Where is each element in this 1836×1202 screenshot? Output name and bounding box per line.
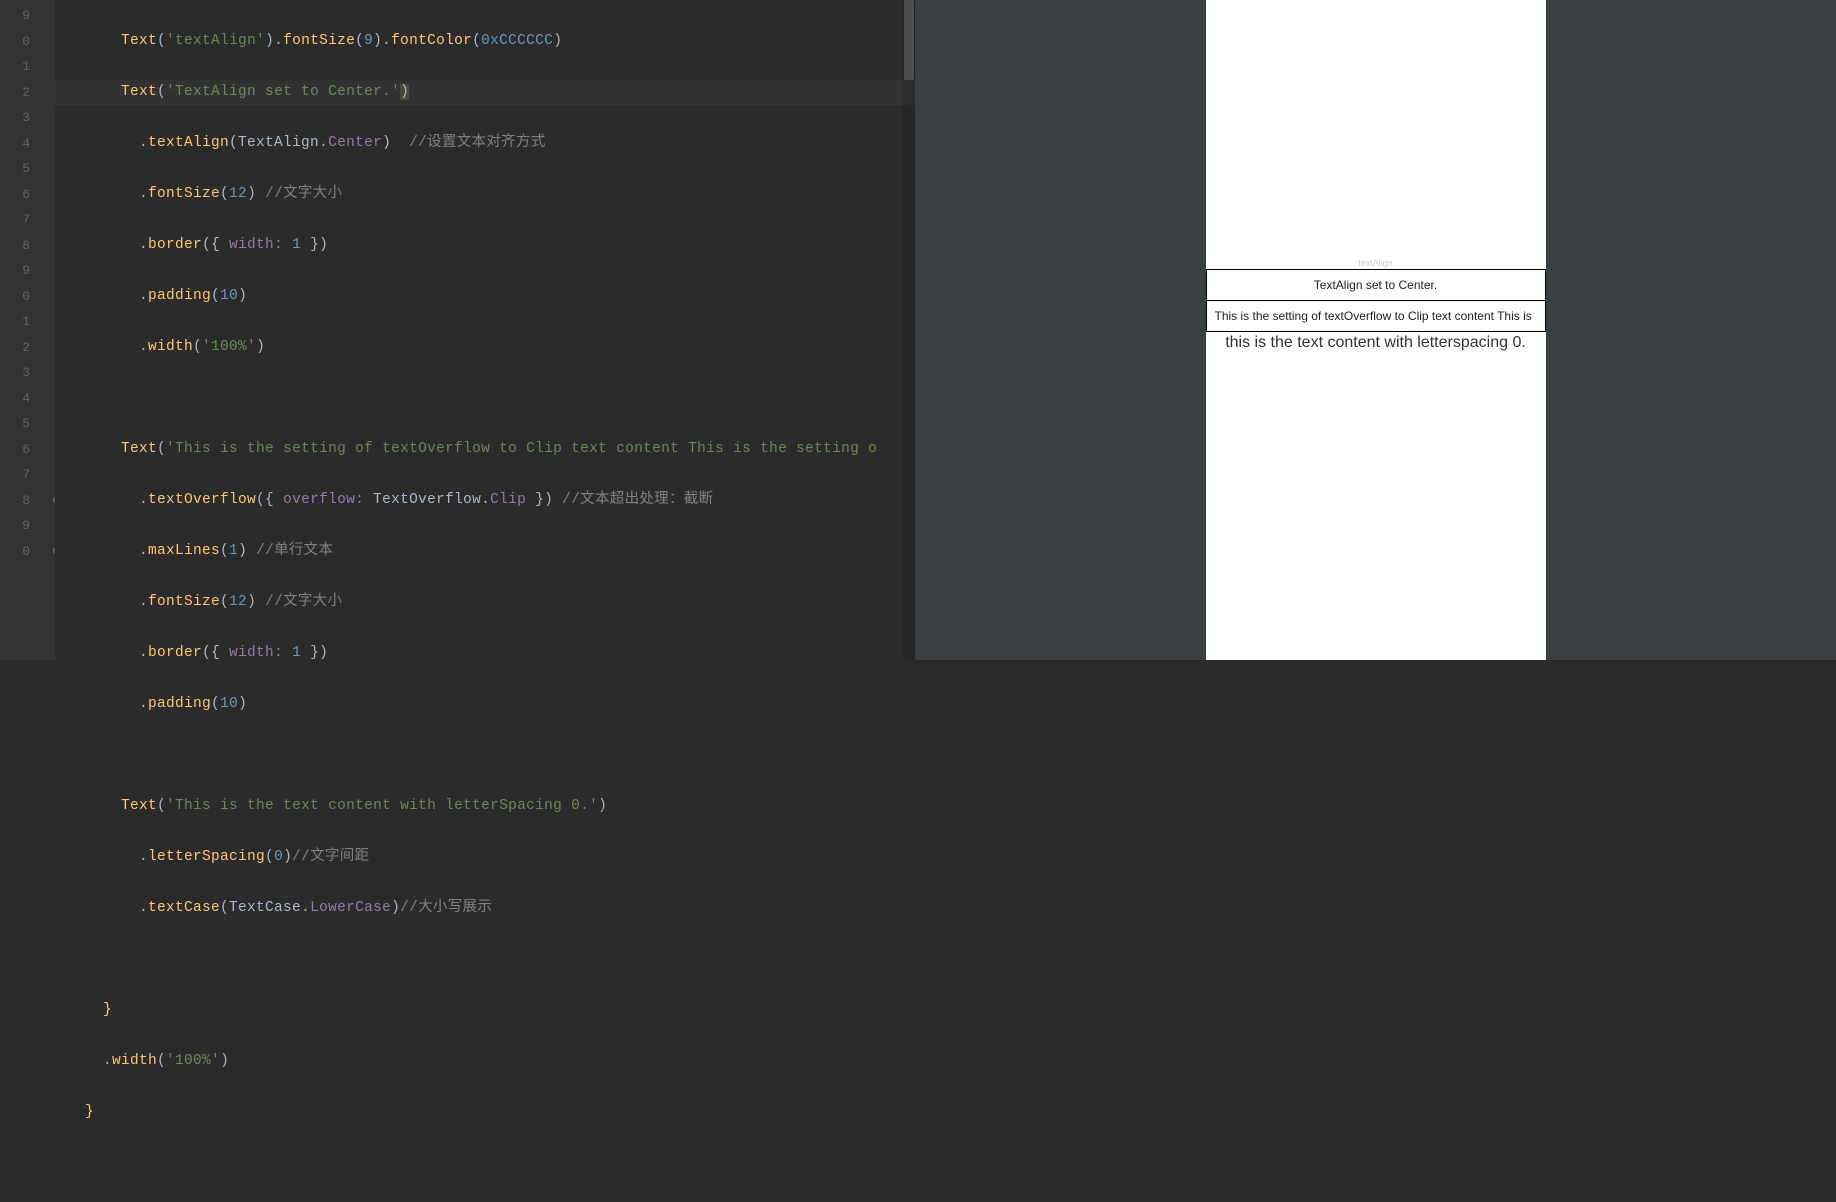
code-line: .width('100%') <box>85 1049 915 1075</box>
code-line: .padding(10) <box>85 284 915 310</box>
code-line <box>85 947 915 973</box>
code-line: .width('100%') <box>85 335 915 361</box>
preview-text-centered: TextAlign set to Center. <box>1206 269 1546 301</box>
device-preview[interactable]: textAlign TextAlign set to Center. This … <box>1206 0 1546 660</box>
code-line: .textOverflow({ overflow: TextOverflow.C… <box>85 488 915 514</box>
line-number-gutter: 9012345678901234567890 <box>0 0 55 660</box>
code-editor[interactable]: 9012345678901234567890 💡 ⊖ ⊖ Text('textA… <box>0 0 915 660</box>
scrollbar-thumb[interactable] <box>904 0 914 80</box>
code-line: Text('This is the setting of textOverflo… <box>85 437 915 463</box>
preview-text-lowercase: this is the text content with letterspac… <box>1206 332 1546 354</box>
code-line: .letterSpacing(0)//文字间距 <box>85 845 915 871</box>
preview-content: textAlign TextAlign set to Center. This … <box>1206 257 1546 354</box>
preview-text-clipped: This is the setting of textOverflow to C… <box>1206 301 1546 332</box>
preview-panel: textAlign TextAlign set to Center. This … <box>915 0 1836 660</box>
code-line: .padding(10) <box>85 692 915 718</box>
code-line: .textAlign(TextAlign.Center) //设置文本对齐方式 <box>85 131 915 157</box>
vertical-scrollbar[interactable] <box>903 0 915 660</box>
code-line <box>85 743 915 769</box>
code-line <box>85 386 915 412</box>
code-line: Text('This is the text content with lett… <box>85 794 915 820</box>
code-content[interactable]: Text('textAlign').fontSize(9).fontColor(… <box>55 0 915 660</box>
code-line: .maxLines(1) //单行文本 <box>85 539 915 565</box>
code-line: Text('textAlign').fontSize(9).fontColor(… <box>85 29 915 55</box>
code-line: } <box>85 1100 915 1126</box>
code-line: .border({ width: 1 }) <box>85 641 915 667</box>
code-line: .fontSize(12) //文字大小 <box>85 182 915 208</box>
code-line: .textCase(TextCase.LowerCase)//大小写展示 <box>85 896 915 922</box>
code-line: .border({ width: 1 }) <box>85 233 915 259</box>
preview-section-label: textAlign <box>1206 257 1546 269</box>
code-line: } <box>85 998 915 1024</box>
code-line: .fontSize(12) //文字大小 <box>85 590 915 616</box>
